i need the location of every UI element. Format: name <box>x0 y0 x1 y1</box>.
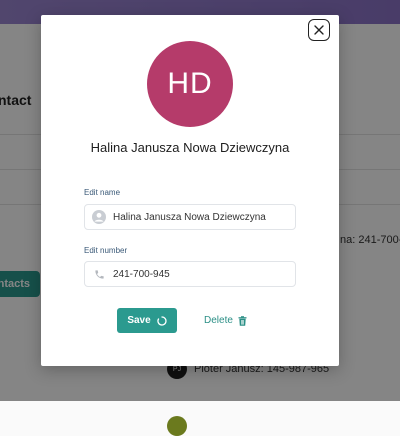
spinner-icon <box>157 315 167 326</box>
delete-button[interactable]: Delete <box>204 308 247 333</box>
delete-button-label: Delete <box>204 315 233 326</box>
name-input[interactable] <box>113 211 289 223</box>
user-icon <box>85 210 113 224</box>
contact-avatar <box>167 416 187 436</box>
number-input[interactable] <box>113 268 289 280</box>
trash-icon <box>238 315 247 326</box>
save-button[interactable]: Save <box>117 308 177 333</box>
edit-contact-modal: HD Halina Janusza Nowa Dziewczyna Edit n… <box>41 15 339 366</box>
close-button[interactable] <box>308 19 330 41</box>
number-field[interactable] <box>84 261 296 287</box>
phone-icon <box>85 269 113 280</box>
contact-name-title: Halina Janusza Nowa Dziewczyna <box>90 140 290 155</box>
edit-name-label: Edit name <box>84 188 121 197</box>
avatar: HD <box>147 41 233 127</box>
save-button-label: Save <box>127 315 151 326</box>
close-icon <box>314 25 324 35</box>
name-field[interactable] <box>84 204 296 230</box>
edit-number-label: Edit number <box>84 246 128 255</box>
